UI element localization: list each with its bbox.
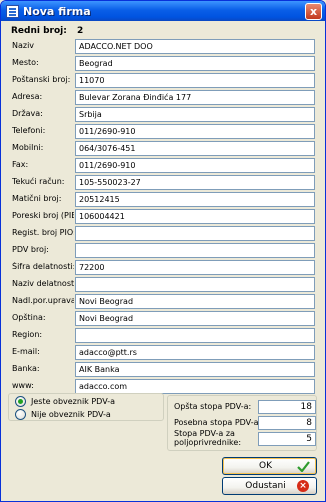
field-input[interactable] — [75, 277, 315, 292]
window-title: Nova firma — [23, 4, 91, 18]
radio-label-nije: Nije obveznik PDV-a — [31, 410, 111, 419]
opsta-stopa-row: Opšta stopa PDV-a: — [174, 400, 320, 414]
field-label: Naziv — [12, 41, 35, 50]
odustani-button-label: Odustani — [245, 481, 286, 491]
posebna-stopa-label: Posebna stopa PDV-a: — [174, 418, 262, 427]
field-label: Mesto: — [12, 58, 39, 67]
field-label: Mobilni: — [12, 143, 44, 152]
radio-obveznik-pdv[interactable]: Jeste obveznik PDV-a — [15, 396, 115, 407]
form-row: Fax: — [1, 158, 325, 173]
form-row: Poreski broj (PIB): — [1, 209, 325, 224]
field-input[interactable] — [75, 379, 315, 394]
form-row: Država: — [1, 107, 325, 122]
field-label: E-mail: — [12, 347, 40, 356]
field-label: Šifra delatnosti: — [12, 262, 74, 271]
field-input[interactable] — [75, 226, 315, 241]
close-button[interactable]: x — [305, 2, 322, 20]
form-row: Tekući račun: — [1, 175, 325, 190]
nova-firma-dialog: Nova firma x Redni broj: 2 Naziv Mesto: Po… — [0, 0, 326, 502]
form-row: Naziv — [1, 39, 325, 54]
opsta-stopa-label: Opšta stopa PDV-a: — [174, 402, 252, 411]
field-label: www: — [12, 381, 34, 390]
field-label: Banka: — [12, 364, 40, 373]
field-input[interactable] — [75, 90, 315, 105]
radio-label-jeste: Jeste obveznik PDV-a — [31, 397, 115, 406]
poljoprivrednici-stopa-label: Stopa PDV-a za poljoprivrednike: — [174, 429, 242, 447]
field-label: Nadl.por.uprava: — [12, 296, 74, 305]
field-input[interactable] — [75, 362, 315, 377]
field-input[interactable] — [75, 39, 315, 54]
dialog-content: Redni broj: 2 Naziv Mesto: Poštanski broj:… — [1, 21, 325, 501]
pdv-rates-group: Opšta stopa PDV-a: Posebna stopa PDV-a: … — [167, 395, 317, 451]
form-row: Mobilni: — [1, 141, 325, 156]
form-row: Telefoni: — [1, 124, 325, 139]
field-input[interactable] — [75, 243, 315, 258]
field-label: Region: — [12, 330, 43, 339]
form-row: Naziv delatnosti: — [1, 277, 325, 292]
field-input[interactable] — [75, 124, 315, 139]
form-row: www: — [1, 379, 325, 394]
field-label: Naziv delatnosti: — [12, 279, 74, 288]
field-input[interactable] — [75, 209, 315, 224]
field-input[interactable] — [75, 56, 315, 71]
field-input[interactable] — [75, 192, 315, 207]
field-input[interactable] — [75, 311, 315, 326]
form-row: PDV broj: — [1, 243, 325, 258]
title-bar[interactable]: Nova firma x — [1, 1, 325, 21]
poljoprivrednici-stopa-input[interactable] — [258, 432, 316, 446]
field-input[interactable] — [75, 141, 315, 156]
field-input[interactable] — [75, 294, 315, 309]
field-label: Fax: — [12, 160, 29, 169]
field-label: Opština: — [12, 313, 46, 322]
form-row: E-mail: — [1, 345, 325, 360]
field-input[interactable] — [75, 158, 315, 173]
field-input[interactable] — [75, 328, 315, 343]
form-row: Šifra delatnosti: — [1, 260, 325, 275]
odustani-button[interactable]: Odustani × — [222, 477, 317, 495]
radio-nije-obveznik-pdv[interactable]: Nije obveznik PDV-a — [15, 409, 111, 420]
radio-checked-icon[interactable] — [15, 396, 26, 407]
pdv-status-group: Jeste obveznik PDV-a Nije obveznik PDV-a — [8, 393, 164, 421]
poljoprivrednici-stopa-row: Stopa PDV-a za poljoprivrednike: — [174, 429, 320, 447]
redni-broj-label: Redni broj: — [11, 26, 67, 36]
field-label: Poreski broj (PIB): — [12, 211, 74, 220]
field-input[interactable] — [75, 107, 315, 122]
ok-button-label: OK — [259, 461, 272, 471]
form-row: Regist. broj PIO: — [1, 226, 325, 241]
checkmark-icon — [296, 460, 310, 472]
form-row: Poštanski broj: — [1, 73, 325, 88]
field-input[interactable] — [75, 73, 315, 88]
window-form-icon — [6, 4, 19, 18]
form-row: Banka: — [1, 362, 325, 377]
radio-unchecked-icon[interactable] — [15, 409, 26, 420]
form-row: Opština: — [1, 311, 325, 326]
field-label: PDV broj: — [12, 245, 49, 254]
posebna-stopa-row: Posebna stopa PDV-a: — [174, 416, 320, 430]
form-row: Region: — [1, 328, 325, 343]
field-input[interactable] — [75, 260, 315, 275]
form-row: Matični broj: — [1, 192, 325, 207]
redni-broj-value: 2 — [77, 26, 84, 36]
field-input[interactable] — [75, 175, 315, 190]
form-row: Nadl.por.uprava: — [1, 294, 325, 309]
ok-button[interactable]: OK — [222, 457, 317, 475]
field-label: Adresa: — [12, 92, 43, 101]
field-input[interactable] — [75, 345, 315, 360]
cancel-icon: × — [296, 480, 310, 492]
field-label: Tekući račun: — [12, 177, 65, 186]
form-row: Adresa: — [1, 90, 325, 105]
field-label: Matični broj: — [12, 194, 62, 203]
posebna-stopa-input[interactable] — [258, 416, 316, 430]
form-row: Mesto: — [1, 56, 325, 71]
field-label: Država: — [12, 109, 43, 118]
field-label: Telefoni: — [12, 126, 46, 135]
field-label: Regist. broj PIO: — [12, 228, 74, 237]
opsta-stopa-input[interactable] — [258, 400, 316, 414]
field-label: Poštanski broj: — [12, 75, 71, 84]
